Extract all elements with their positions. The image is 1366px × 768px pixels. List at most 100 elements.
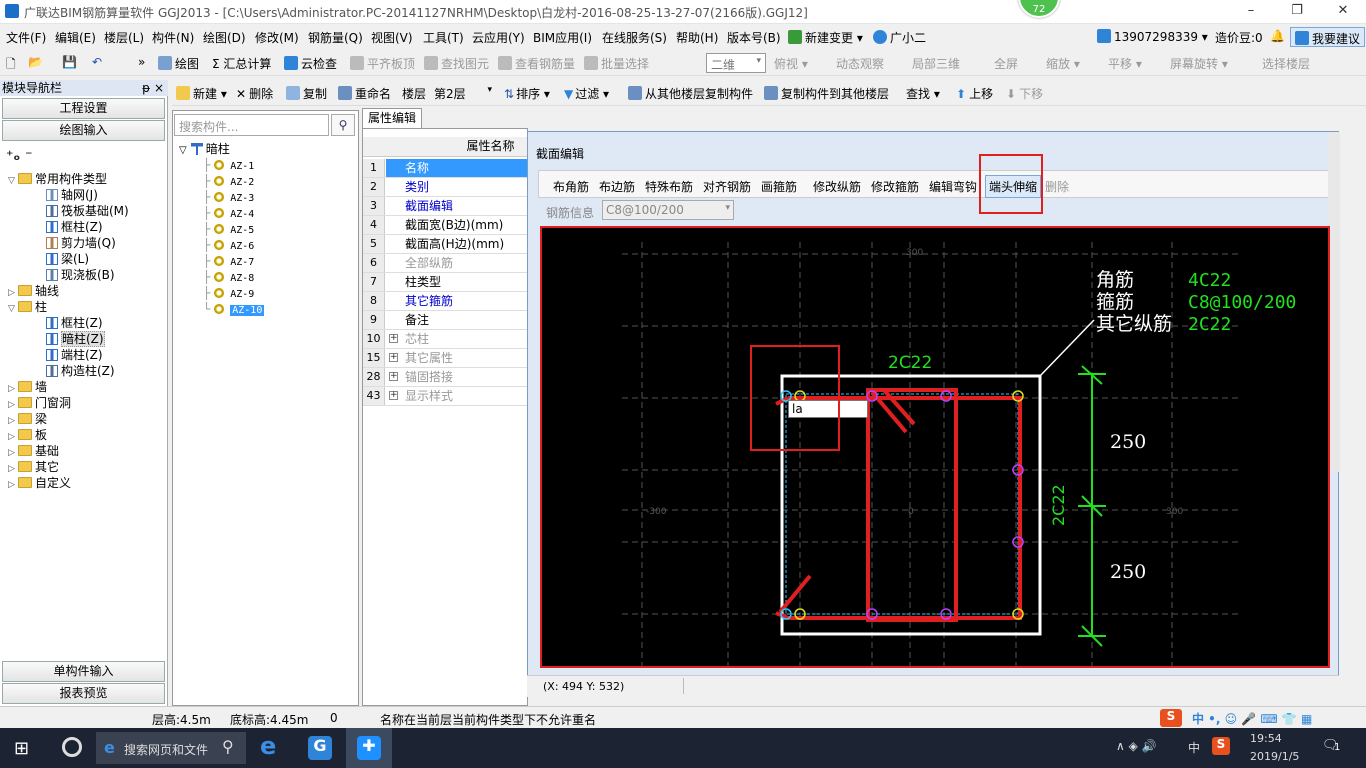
expand-plus-icon[interactable]: + xyxy=(389,353,398,362)
cloud-check-button[interactable]: 云检查 xyxy=(284,55,337,72)
menu-edit[interactable]: 编辑(E) xyxy=(55,29,96,46)
property-row[interactable]: 4 截面宽(B边)(mm) xyxy=(363,216,528,235)
view-rebar-button[interactable]: 查看钢筋量 xyxy=(498,55,575,72)
menu-new-change[interactable]: 新建变更 ▾ xyxy=(788,29,863,46)
tree-item[interactable]: ▽ 柱 xyxy=(8,299,166,315)
ime-indicator[interactable]: 中 xyxy=(1188,739,1200,756)
suggest-button[interactable]: 我要建议 xyxy=(1290,27,1366,47)
property-row[interactable]: 28 + 锚固搭接 xyxy=(363,368,528,387)
menu-bim[interactable]: BIM应用(I) xyxy=(533,29,592,46)
copy-button[interactable]: 复制 xyxy=(286,85,327,102)
menu-rebar[interactable]: 钢筋量(Q) xyxy=(308,29,363,46)
single-component-button[interactable]: 单构件输入 xyxy=(2,661,165,682)
chevron-down-icon[interactable]: ▽ xyxy=(8,173,18,189)
special-bar-button[interactable]: 特殊布筋 xyxy=(645,178,693,195)
menu-version[interactable]: 版本号(B) xyxy=(727,29,781,46)
draw-stirrup-button[interactable]: 画箍筋 xyxy=(761,178,797,195)
more-icon[interactable]: » xyxy=(138,55,145,69)
expand-plus-icon[interactable]: + xyxy=(389,391,398,400)
copy-from-floor-button[interactable]: 从其他楼层复制构件 xyxy=(628,85,753,102)
property-row[interactable]: 9 备注 xyxy=(363,311,528,330)
tree-item[interactable]: 框柱(Z) xyxy=(8,219,166,235)
property-row[interactable]: 15 + 其它属性 xyxy=(363,349,528,368)
menu-component[interactable]: 构件(N) xyxy=(152,29,194,46)
chevron-down-icon[interactable]: ▽ xyxy=(8,301,18,317)
tree-item[interactable]: ▷ 板 xyxy=(8,427,166,443)
delete-button[interactable]: ✕ 删除 xyxy=(236,85,273,102)
fullscreen-button[interactable]: 全屏 xyxy=(994,55,1018,72)
tree-item[interactable]: 现浇板(B) xyxy=(8,267,166,283)
component-item[interactable]: ├ AZ-3 xyxy=(203,189,353,205)
bell-icon[interactable]: 🔔 xyxy=(1270,29,1285,43)
draw-button[interactable]: 绘图 xyxy=(158,55,199,72)
tree-item[interactable]: 框柱(Z) xyxy=(8,315,166,331)
modify-long-bar-button[interactable]: 修改纵筋 xyxy=(813,178,861,195)
component-item[interactable]: ├ AZ-2 xyxy=(203,173,353,189)
delete-bar-button[interactable]: 删除 xyxy=(1045,178,1069,195)
menu-modify[interactable]: 修改(M) xyxy=(255,29,299,46)
view-mode-select[interactable]: 二维 ▾ xyxy=(706,53,766,73)
expand-plus-icon[interactable]: + xyxy=(389,372,398,381)
property-row[interactable]: 1 名称 xyxy=(363,159,528,178)
property-row[interactable]: 10 + 芯柱 xyxy=(363,330,528,349)
rebar-info-select[interactable]: C8@100/200 ▾ xyxy=(602,200,734,220)
property-row[interactable]: 43 + 显示样式 xyxy=(363,387,528,406)
batch-select-button[interactable]: 批量选择 xyxy=(584,55,649,72)
tree-item[interactable]: ▷ 基础 xyxy=(8,443,166,459)
tree-item[interactable]: ▷ 自定义 xyxy=(8,475,166,491)
tree-item[interactable]: 端柱(Z) xyxy=(8,347,166,363)
new-component-button[interactable]: 新建 ▾ xyxy=(176,85,227,102)
tree-item[interactable]: 筏板基础(M) xyxy=(8,203,166,219)
pin-icon[interactable]: ᵽ × xyxy=(142,80,164,96)
sort-button[interactable]: ⇅ 排序 ▾ xyxy=(504,85,550,102)
local-3d-button[interactable]: 局部三维 xyxy=(912,55,960,72)
minimize-button[interactable]: – xyxy=(1228,0,1274,24)
search-icon[interactable]: ⚲ xyxy=(331,114,355,136)
select-floor-button[interactable]: 选择楼层 xyxy=(1262,55,1310,72)
align-bar-button[interactable]: 对齐钢筋 xyxy=(703,178,751,195)
menu-file[interactable]: 文件(F) xyxy=(6,29,46,46)
property-row[interactable]: 6 全部纵筋 xyxy=(363,254,528,273)
tree-item[interactable]: 轴网(J) xyxy=(8,187,166,203)
copy-to-floor-button[interactable]: 复制构件到其他楼层 xyxy=(764,85,889,102)
clock-date[interactable]: 2019/1/5 xyxy=(1250,750,1299,763)
chevron-right-icon[interactable]: ▷ xyxy=(8,477,18,493)
tree-item[interactable]: ▷ 门窗洞 xyxy=(8,395,166,411)
drawing-input-button[interactable]: 绘图输入 xyxy=(2,120,165,141)
active-app-slot[interactable]: ✚ xyxy=(346,728,392,768)
section-canvas[interactable]: 300 -300 0 300 2C22 角筋 箍筋 其它纵筋 4C22 C8@1… xyxy=(540,226,1330,668)
menu-assistant[interactable]: 广小二 xyxy=(873,29,926,46)
move-down-button[interactable]: ⬇ 下移 xyxy=(1006,85,1043,102)
open-file-icon[interactable]: 📂 xyxy=(28,55,43,69)
component-item[interactable]: ├ AZ-6 xyxy=(203,237,353,253)
edit-hook-button[interactable]: 编辑弯钩 xyxy=(929,178,977,195)
tree-item[interactable]: ▷ 梁 xyxy=(8,411,166,427)
component-item[interactable]: └ AZ-10 xyxy=(203,301,353,317)
property-row[interactable]: 5 截面高(H边)(mm) xyxy=(363,235,528,254)
property-row[interactable]: 2 类别 xyxy=(363,178,528,197)
new-file-icon[interactable]: 🗋 xyxy=(6,55,16,76)
expand-plus-icon[interactable]: + xyxy=(389,334,398,343)
tree-item[interactable]: 梁(L) xyxy=(8,251,166,267)
menu-draw[interactable]: 绘图(D) xyxy=(203,29,246,46)
sogou-icon[interactable]: S xyxy=(1160,709,1182,727)
report-preview-button[interactable]: 报表预览 xyxy=(2,683,165,704)
clock-time[interactable]: 19:54 xyxy=(1250,732,1282,745)
tree-item[interactable]: ▷ 墙 xyxy=(8,379,166,395)
undo-icon[interactable]: ↶ xyxy=(92,55,102,69)
tree-item[interactable]: 构造柱(Z) xyxy=(8,363,166,379)
rename-button[interactable]: 重命名 xyxy=(338,85,391,102)
property-row[interactable]: 7 柱类型 xyxy=(363,273,528,292)
menu-help[interactable]: 帮助(H) xyxy=(676,29,718,46)
tree-item[interactable]: ▷ 轴线 xyxy=(8,283,166,299)
tree-item[interactable]: 剪力墙(Q) xyxy=(8,235,166,251)
tree-item[interactable]: ▽ 常用构件类型 xyxy=(8,171,166,187)
menu-online[interactable]: 在线服务(S) xyxy=(602,29,667,46)
expand-collapse-icons[interactable]: ⁺ₒ ⁻ xyxy=(6,148,32,164)
move-up-button[interactable]: ⬆ 上移 xyxy=(956,85,993,102)
close-button[interactable]: ✕ xyxy=(1320,0,1366,24)
floor-select[interactable]: 第2层 ▾ xyxy=(432,83,494,103)
maximize-button[interactable]: ❐ xyxy=(1274,0,1320,24)
calc-button[interactable]: Σ 汇总计算 xyxy=(212,55,271,72)
rotate-screen-button[interactable]: 屏幕旋转 ▾ xyxy=(1170,55,1228,72)
